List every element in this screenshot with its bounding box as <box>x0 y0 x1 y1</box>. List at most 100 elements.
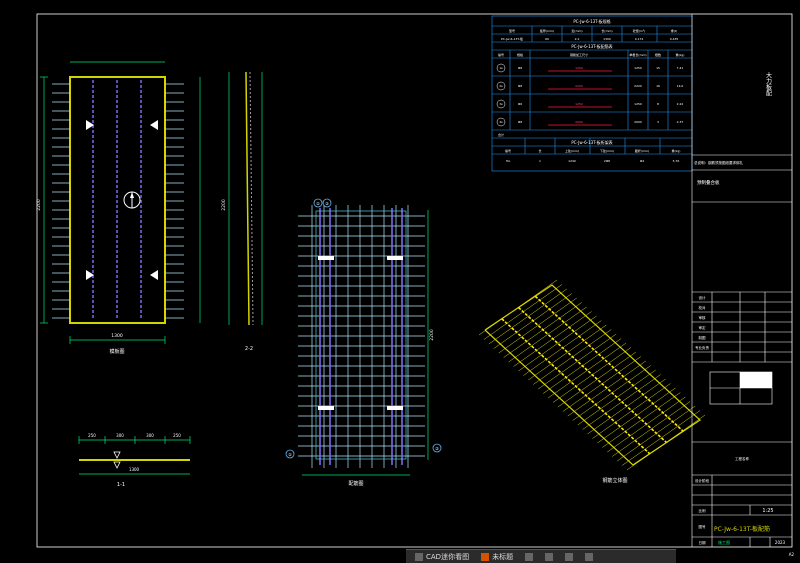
mid-row-wt: 7.41 <box>677 66 684 70</box>
cad-app-icon <box>415 552 423 561</box>
app-icon-5 <box>565 552 574 561</box>
company-logo <box>709 371 773 405</box>
top-header: 长(mm) <box>601 28 612 33</box>
mid-row-spec: Φ8 <box>518 120 522 124</box>
mid-row-spec: Φ8 <box>518 66 522 70</box>
mid-header: 钢筋加工尺寸 <box>570 52 588 57</box>
mid-row-num: 16 <box>656 84 660 88</box>
sec11-dim-4: 250 <box>173 433 181 438</box>
table-title-bottom: PC-Jw-6-13T-板桁架表 <box>571 139 612 145</box>
mid-row-wt: 14.0 <box>677 84 684 88</box>
app-icon-4 <box>545 552 554 561</box>
mid-row-len: 1250 <box>634 102 642 106</box>
bot-header: 重(kg) <box>672 148 681 153</box>
top-cell: 0.435 <box>670 37 679 41</box>
taskbar-app-6[interactable] <box>582 552 596 562</box>
mid-row-shape: 2220 <box>575 84 583 88</box>
taskbar-label-2: 未标题 <box>492 552 514 561</box>
stage-value: 施工图 <box>718 539 730 545</box>
top-cell: 2.2 <box>575 37 580 41</box>
taskbar-app-cad[interactable]: CAD迷你看图 <box>412 552 472 562</box>
mid-row-id: 4a <box>499 120 503 124</box>
mid-row-shape: 1250 <box>575 102 583 106</box>
mid-row-spec: Φ8 <box>518 84 522 88</box>
bot-cell: 2Φ8 <box>604 159 610 163</box>
mid-header: 编号 <box>498 52 504 57</box>
section-2-2-label: 2-2 <box>245 346 253 352</box>
mid-header: 规格 <box>517 52 523 57</box>
sheet-id: A2 <box>789 552 795 557</box>
sub-title: 预制叠合板 <box>697 179 720 186</box>
tb-label-design: 设计 <box>699 295 707 300</box>
bot-header: 长 <box>538 148 541 153</box>
cad-drawing-canvas: 1300 模板图 2200 2-2 2200 250 300 300 250 1… <box>36 13 795 557</box>
bot-header: 上弦(mm) <box>565 148 579 153</box>
mid-header: 根数 <box>655 52 661 57</box>
taskbar-app-5[interactable] <box>562 552 576 562</box>
bot-cell: Φ4 <box>640 159 644 163</box>
top-header: 板厚(mm) <box>540 28 554 33</box>
taskbar-app-4[interactable] <box>542 552 556 562</box>
mid-row-wt: 2.22 <box>677 102 684 106</box>
mid-row-id: 1a <box>499 66 503 70</box>
tb-label-lead: 专业负责 <box>695 345 709 350</box>
title-block <box>691 14 792 547</box>
top-header: 宽(mm) <box>571 28 582 33</box>
sec11-dim-3: 300 <box>146 433 154 438</box>
bot-header: 下弦(mm) <box>600 148 614 153</box>
plan-view <box>40 61 201 344</box>
tb-label-approve: 审定 <box>699 325 707 330</box>
tb-label-scale: 比例 <box>699 508 707 513</box>
top-header: 砼量(m³) <box>633 28 645 33</box>
taskbar: CAD迷你看图 未标题 <box>406 549 676 563</box>
sec11-dim-1: 250 <box>88 433 96 438</box>
mid-row-id: 2a <box>499 84 503 88</box>
rebar-length-dim: 2200 <box>429 329 435 341</box>
top-header: 重(t) <box>671 28 678 33</box>
plan-view-label: 模板图 <box>109 348 124 355</box>
bot-cell: 1240 <box>568 159 576 163</box>
bot-cell: 1 <box>539 159 541 163</box>
mid-row-id: 3a <box>499 102 503 106</box>
table-total-label: 合计 <box>498 132 504 137</box>
top-cell: 1300 <box>603 37 611 41</box>
app-icon-6 <box>585 552 594 561</box>
top-cell: 60 <box>545 37 549 41</box>
taskbar-app-doc[interactable]: 未标题 <box>478 552 516 562</box>
table-title-top: PC-Jw-6-13T-板规格 <box>573 18 610 24</box>
taskbar-app-3[interactable] <box>522 552 536 562</box>
drawing-title-number: PC-Jw-6-13T-板配筋 <box>714 525 770 533</box>
sec11-dim-2: 300 <box>116 433 124 438</box>
mid-row-num: 3 <box>657 120 659 124</box>
note-line: 总说明：钢筋须按图纸要求绑扎 <box>694 160 743 165</box>
vertical-note: 大力板配 <box>765 71 772 97</box>
bot-header: 编号 <box>505 148 511 153</box>
rebar-plan <box>285 198 442 476</box>
plan-length-dim: 2200 <box>36 199 42 211</box>
scale-value: 1:25 <box>762 508 773 514</box>
mid-row-shape: 2000 <box>575 120 583 124</box>
mid-row-wt: 2.37 <box>677 120 684 124</box>
sec11-total-dim: 1300 <box>129 467 140 472</box>
section-2-2 <box>228 71 263 326</box>
year-value: 2023 <box>775 540 786 545</box>
mid-row-shape: 1250 <box>575 66 583 70</box>
top-cell: 0.174 <box>635 37 644 41</box>
rebar-marker-3: ② <box>435 446 439 451</box>
rebar-plan-label: 配筋图 <box>348 480 363 487</box>
section-1-1-label: 1-1 <box>117 482 125 488</box>
bot-header: 腹杆(mm) <box>635 148 649 153</box>
mid-row-spec: Φ6 <box>518 102 522 106</box>
bot-cell: 5.76 <box>673 159 680 163</box>
document-icon <box>481 552 490 561</box>
table-title-mid: PC-Jw-6-13T-板配筋表 <box>571 43 612 49</box>
tb-label-stage: 设计阶段 <box>695 478 709 483</box>
rebar-marker-2: ② <box>325 201 329 206</box>
iso-label: 钢筋立体图 <box>602 477 627 484</box>
isometric-rebar-view <box>478 279 706 471</box>
tb-label-drawing-no: 图号 <box>699 524 707 529</box>
tb-label-check: 校对 <box>699 305 707 310</box>
tb-label-draft: 制图 <box>699 335 707 340</box>
rebar-marker-4: ① <box>288 452 292 457</box>
rebar-marker-1: ① <box>316 201 320 206</box>
